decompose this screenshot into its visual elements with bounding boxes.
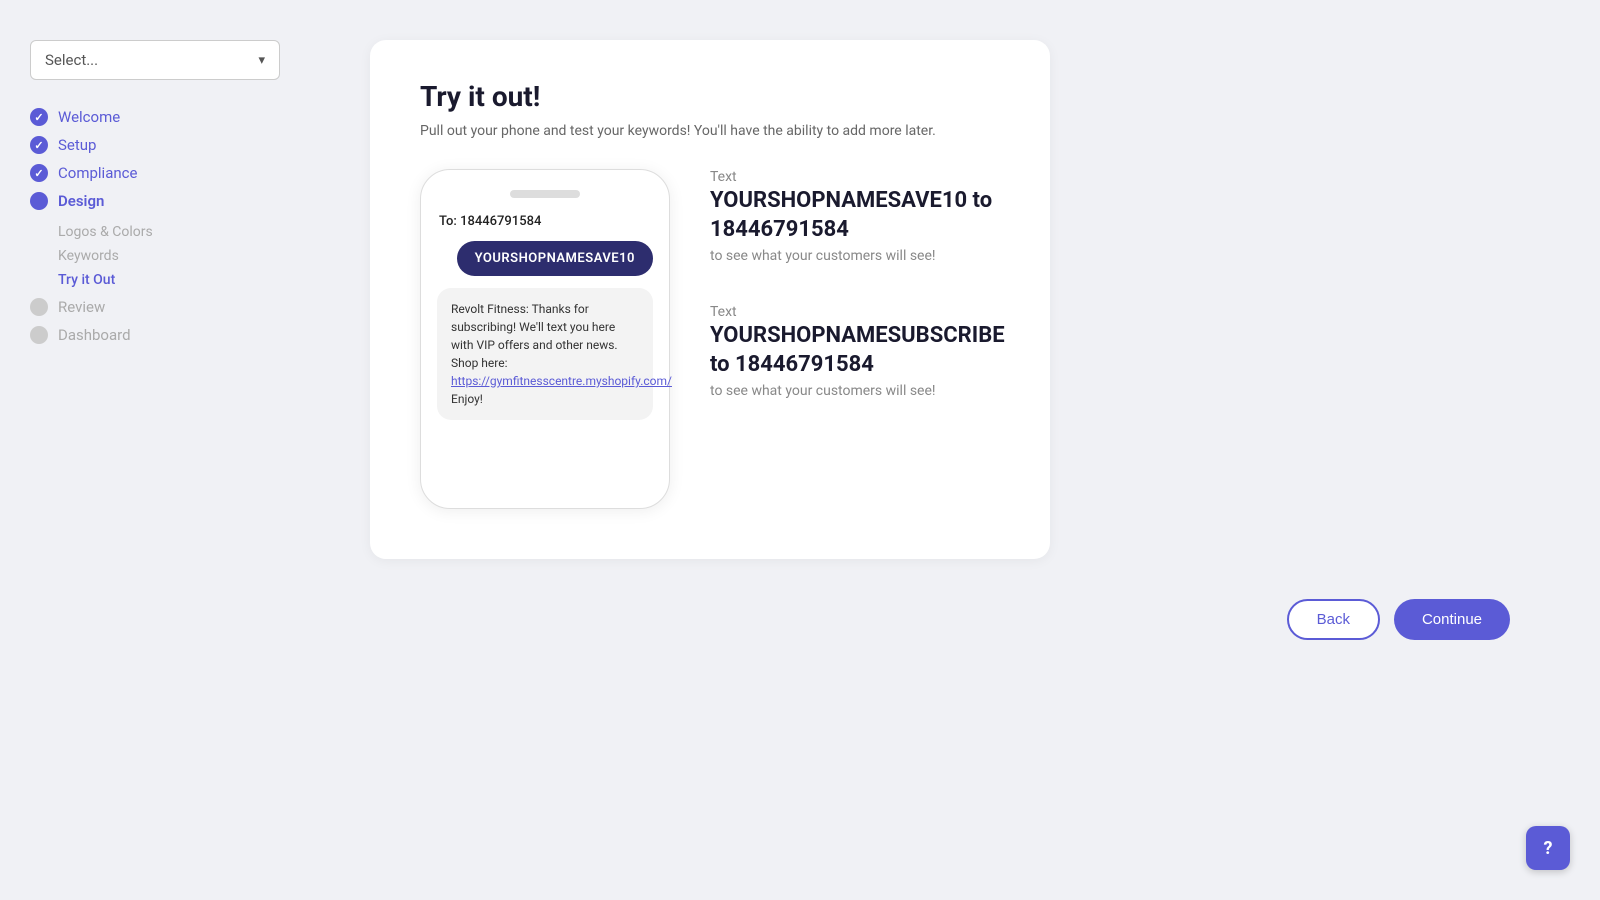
sidebar-item-label-compliance: Compliance xyxy=(58,164,137,182)
sidebar-item-dashboard[interactable]: Dashboard xyxy=(30,326,280,344)
phone-mockup: To: 18446791584 YOURSHOPNAMESAVE10 Revol… xyxy=(420,169,670,509)
sidebar-sub-label-logos-colors: Logos & Colors xyxy=(58,224,153,240)
phone-notch xyxy=(510,190,580,198)
text-block-subscribe-suffix: to see what your customers will see! xyxy=(710,383,1005,399)
phone-area: To: 18446791584 YOURSHOPNAMESAVE10 Revol… xyxy=(420,169,1000,509)
text-block-save10: Text YOURSHOPNAMESAVE10 to 18446791584 t… xyxy=(710,169,1005,264)
sidebar-item-review[interactable]: Review xyxy=(30,298,280,316)
text-block-save10-prefix: Text xyxy=(710,169,1005,185)
sidebar-select-text: Select... xyxy=(45,51,98,69)
help-icon: ? xyxy=(1544,838,1553,859)
page-subtitle: Pull out your phone and test your keywor… xyxy=(420,123,1000,139)
phone-reply-text: Revolt Fitness: Thanks for subscribing! … xyxy=(451,302,618,370)
sidebar: Select... ▾ Welcome Setup Compliance xyxy=(0,0,310,900)
continue-button[interactable]: Continue xyxy=(1394,599,1510,640)
chevron-down-icon: ▾ xyxy=(258,53,265,68)
nav-list: Welcome Setup Compliance Design Logos & … xyxy=(30,108,280,344)
help-button[interactable]: ? xyxy=(1526,826,1570,870)
text-block-subscribe-keyword: YOURSHOPNAMESUBSCRIBE to 18446791584 xyxy=(710,322,1005,379)
back-button[interactable]: Back xyxy=(1287,599,1380,640)
sidebar-item-design[interactable]: Design xyxy=(30,192,280,210)
check-icon-compliance xyxy=(30,164,48,182)
text-block-subscribe-prefix: Text xyxy=(710,304,1005,320)
phone-to-label: To: xyxy=(439,214,457,229)
sidebar-sub-label-keywords: Keywords xyxy=(58,248,119,264)
sidebar-item-compliance[interactable]: Compliance xyxy=(30,164,280,182)
sidebar-item-welcome[interactable]: Welcome xyxy=(30,108,280,126)
phone-top-bar xyxy=(437,190,653,198)
check-icon-setup xyxy=(30,136,48,154)
sidebar-item-label-dashboard: Dashboard xyxy=(58,326,131,344)
phone-keyword-bubble: YOURSHOPNAMESAVE10 xyxy=(457,241,653,276)
text-blocks: Text YOURSHOPNAMESAVE10 to 18446791584 t… xyxy=(710,169,1005,399)
sidebar-item-setup[interactable]: Setup xyxy=(30,136,280,154)
sidebar-sub-item-keywords[interactable]: Keywords xyxy=(58,248,280,264)
text-block-save10-suffix: to see what your customers will see! xyxy=(710,248,1005,264)
phone-to-line: To: 18446791584 xyxy=(437,214,653,229)
phone-reply-suffix: Enjoy! xyxy=(451,392,483,406)
sub-nav-design: Logos & Colors Keywords Try it Out xyxy=(58,224,280,288)
dot-icon-dashboard xyxy=(30,326,48,344)
sidebar-sub-label-try-it-out: Try it Out xyxy=(58,272,115,288)
page-title: Try it out! xyxy=(420,80,1000,113)
sidebar-select[interactable]: Select... ▾ xyxy=(30,40,280,80)
text-block-subscribe: Text YOURSHOPNAMESUBSCRIBE to 1844679158… xyxy=(710,304,1005,399)
sidebar-select-wrapper: Select... ▾ xyxy=(30,40,280,80)
sidebar-item-label-design: Design xyxy=(58,192,104,210)
dot-icon-design xyxy=(30,192,48,210)
phone-reply-bubble: Revolt Fitness: Thanks for subscribing! … xyxy=(437,288,653,420)
check-icon-welcome xyxy=(30,108,48,126)
sidebar-item-label-review: Review xyxy=(58,298,105,316)
sidebar-sub-item-logos-colors[interactable]: Logos & Colors xyxy=(58,224,280,240)
text-block-save10-keyword: YOURSHOPNAMESAVE10 to 18446791584 xyxy=(710,187,1005,244)
sidebar-item-label-setup: Setup xyxy=(58,136,96,154)
phone-to-number: 18446791584 xyxy=(460,214,541,229)
main-content: Try it out! Pull out your phone and test… xyxy=(310,0,1600,900)
phone-reply-link[interactable]: https://gymfitnesscentre.myshopify.com/ xyxy=(451,374,672,388)
footer-buttons: Back Continue xyxy=(370,599,1540,640)
content-card: Try it out! Pull out your phone and test… xyxy=(370,40,1050,559)
sidebar-sub-item-try-it-out[interactable]: Try it Out xyxy=(58,272,280,288)
dot-icon-review xyxy=(30,298,48,316)
sidebar-item-label-welcome: Welcome xyxy=(58,108,120,126)
